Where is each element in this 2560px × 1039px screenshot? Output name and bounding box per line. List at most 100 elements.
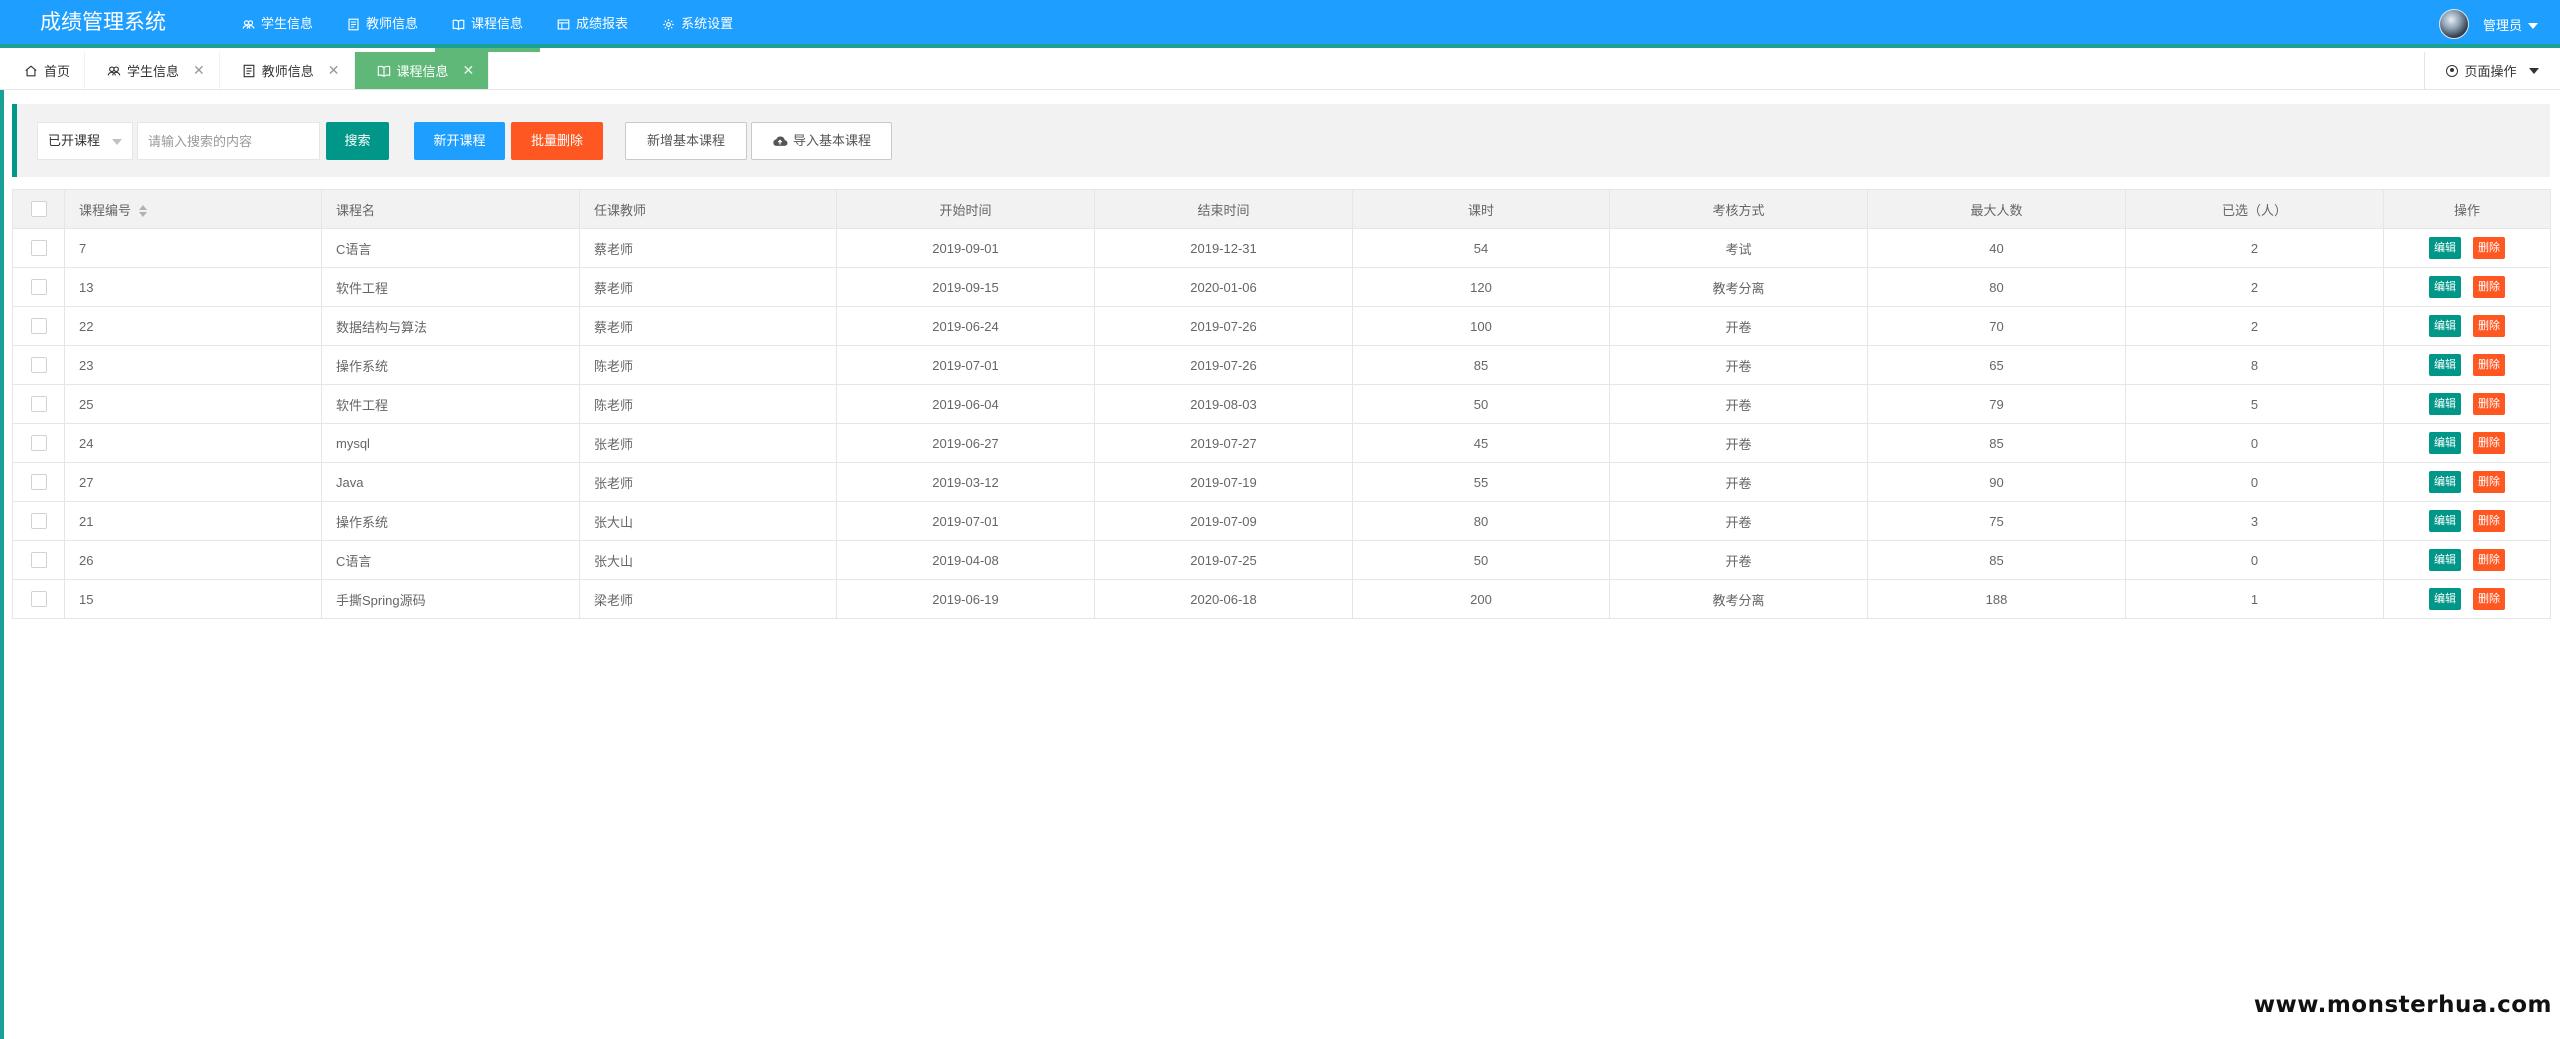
delete-button[interactable]: 删除: [2473, 393, 2505, 415]
cell-end: 2019-07-25: [1094, 540, 1353, 580]
delete-button[interactable]: 删除: [2473, 471, 2505, 493]
delete-button[interactable]: 删除: [2473, 510, 2505, 532]
user-menu[interactable]: 管理员: [2438, 0, 2538, 48]
cell-start: 2019-09-01: [836, 228, 1095, 268]
row-checkbox[interactable]: [30, 240, 47, 257]
row-checkbox[interactable]: [30, 591, 47, 608]
cell-assessment: 教考分离: [1609, 267, 1868, 307]
cell-hours: 50: [1352, 384, 1610, 424]
cell-name: 软件工程: [321, 384, 580, 424]
select-all-checkbox[interactable]: [30, 201, 47, 218]
user-name[interactable]: 管理员: [2483, 15, 2538, 34]
table-row: 24 mysql 张老师 2019-06-27 2019-07-27 45 开卷…: [12, 423, 2551, 463]
table-header-row: 课程编号 课程名 任课教师 开始时间 结束时间 课时 考核方式 最大人数 已选（…: [12, 189, 2551, 229]
cell-start: 2019-03-12: [836, 462, 1095, 502]
bulk-delete-button[interactable]: 批量删除: [511, 122, 603, 160]
row-checkbox[interactable]: [30, 435, 47, 452]
nav-item-courses[interactable]: 课程信息: [435, 0, 541, 52]
cell-assessment: 开卷: [1609, 384, 1868, 424]
cell-max: 40: [1867, 228, 2126, 268]
cell-end: 2019-12-31: [1094, 228, 1353, 268]
edit-button[interactable]: 编辑: [2429, 510, 2461, 532]
cell-teacher: 梁老师: [579, 579, 837, 619]
cell-max: 188: [1867, 579, 2126, 619]
delete-button[interactable]: 删除: [2473, 432, 2505, 454]
row-checkbox[interactable]: [30, 513, 47, 530]
button-label: 导入基本课程: [792, 133, 871, 148]
app-logo[interactable]: 成绩管理系统: [40, 0, 166, 46]
nav-item-students[interactable]: 学生信息: [225, 0, 330, 48]
column-header-id[interactable]: 课程编号: [64, 189, 322, 229]
column-header-teacher: 任课教师: [579, 189, 837, 229]
delete-button[interactable]: 删除: [2473, 549, 2505, 571]
edit-button[interactable]: 编辑: [2429, 315, 2461, 337]
nav-item-settings[interactable]: 系统设置: [645, 0, 750, 48]
cell-name: C语言: [321, 540, 580, 580]
tab-label: 教师信息: [261, 64, 314, 79]
row-checkbox[interactable]: [30, 279, 47, 296]
nav-item-teachers[interactable]: 教师信息: [330, 0, 435, 48]
cell-actions: 编辑 删除: [2383, 540, 2551, 580]
cell-name: C语言: [321, 228, 580, 268]
edit-button[interactable]: 编辑: [2429, 471, 2461, 493]
course-status-select[interactable]: 已开课程: [37, 122, 133, 160]
tab-students[interactable]: 学生信息 ✕: [85, 52, 220, 89]
cell-actions: 编辑 删除: [2383, 579, 2551, 619]
import-basic-course-button[interactable]: 导入基本课程: [751, 122, 892, 160]
edit-button[interactable]: 编辑: [2429, 549, 2461, 571]
page-operations-button[interactable]: 页面操作: [2424, 52, 2560, 89]
cell-id: 23: [64, 345, 322, 385]
cell-max: 79: [1867, 384, 2126, 424]
delete-button[interactable]: 删除: [2473, 588, 2505, 610]
sort-icon[interactable]: [139, 205, 148, 218]
cell-assessment: 开卷: [1609, 306, 1868, 346]
close-icon[interactable]: ✕: [193, 62, 205, 79]
cell-id: 15: [64, 579, 322, 619]
nav-label: 系统设置: [681, 16, 734, 31]
edit-button[interactable]: 编辑: [2429, 237, 2461, 259]
cell-start: 2019-06-19: [836, 579, 1095, 619]
edit-button[interactable]: 编辑: [2429, 393, 2461, 415]
cell-max: 70: [1867, 306, 2126, 346]
edit-button[interactable]: 编辑: [2429, 354, 2461, 376]
table-row: 23 操作系统 陈老师 2019-07-01 2019-07-26 85 开卷 …: [12, 345, 2551, 385]
cell-start: 2019-07-01: [836, 501, 1095, 541]
nav-label: 课程信息: [471, 16, 524, 31]
cell-teacher: 蔡老师: [579, 267, 837, 307]
delete-button[interactable]: 删除: [2473, 354, 2505, 376]
search-input[interactable]: [137, 122, 320, 160]
edit-button[interactable]: 编辑: [2429, 588, 2461, 610]
column-header-assessment: 考核方式: [1609, 189, 1868, 229]
close-icon[interactable]: ✕: [463, 62, 475, 79]
row-checkbox[interactable]: [30, 396, 47, 413]
id-card-icon: [243, 64, 255, 77]
add-basic-course-button[interactable]: 新增基本课程: [625, 122, 747, 160]
cell-teacher: 张大山: [579, 501, 837, 541]
delete-button[interactable]: 删除: [2473, 276, 2505, 298]
table-body: 7 C语言 蔡老师 2019-09-01 2019-12-31 54 考试 40…: [12, 228, 2551, 619]
row-checkbox[interactable]: [30, 474, 47, 491]
row-checkbox[interactable]: [30, 552, 47, 569]
row-checkbox[interactable]: [30, 318, 47, 335]
cell-name: 操作系统: [321, 501, 580, 541]
cell-selected: 5: [2125, 384, 2384, 424]
edit-button[interactable]: 编辑: [2429, 432, 2461, 454]
tab-home[interactable]: 首页: [2, 52, 86, 89]
delete-button[interactable]: 删除: [2473, 237, 2505, 259]
tab-courses[interactable]: 课程信息 ✕: [354, 52, 490, 89]
new-course-button[interactable]: 新开课程: [414, 122, 505, 160]
edit-button[interactable]: 编辑: [2429, 276, 2461, 298]
column-header-start: 开始时间: [836, 189, 1095, 229]
nav-label: 教师信息: [366, 16, 419, 31]
cell-start: 2019-06-27: [836, 423, 1095, 463]
cell-actions: 编辑 删除: [2383, 267, 2551, 307]
cell-hours: 55: [1352, 462, 1610, 502]
close-icon[interactable]: ✕: [328, 62, 340, 79]
search-button[interactable]: 搜索: [326, 122, 389, 160]
tab-teachers[interactable]: 教师信息 ✕: [220, 52, 355, 89]
cell-name: 操作系统: [321, 345, 580, 385]
nav-item-reports[interactable]: 成绩报表: [540, 0, 645, 48]
delete-button[interactable]: 删除: [2473, 315, 2505, 337]
avatar[interactable]: [2438, 9, 2469, 39]
row-checkbox[interactable]: [30, 357, 47, 374]
